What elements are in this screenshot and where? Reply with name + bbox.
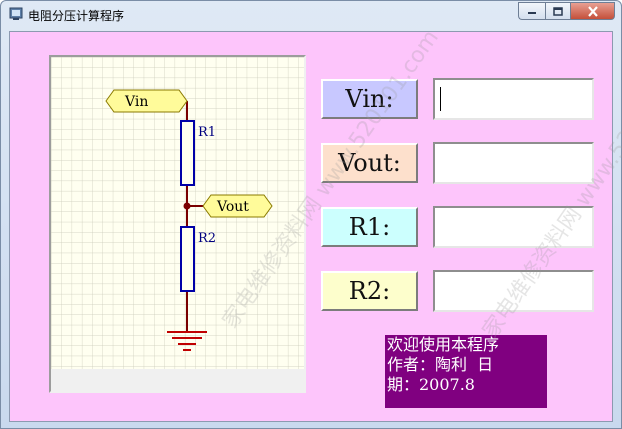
maximize-button[interactable] [545,2,571,20]
info-line-2: 作者：陶利 日 [387,355,494,374]
maximize-icon [553,6,563,16]
app-icon [9,7,23,20]
vin-input[interactable] [433,78,594,120]
vout-input[interactable] [433,142,594,184]
info-line-1: 欢迎使用本程序 [387,335,500,354]
r1-button[interactable]: R1: [321,207,418,247]
r1-input[interactable] [433,206,594,248]
vout-tag-label: Vout [216,199,249,215]
junction-dot [183,202,191,210]
r2-label: R2 [198,231,216,246]
text-caret [440,87,441,111]
client-area: Vin Vout R1 R2 Vin: Vout: R1: R2: 欢迎使用本程… [9,26,622,422]
app-window: 电阻分压计算程序 Vin Vout R1 R2 Vin: Vout: R1: R… [0,0,622,429]
vout-button[interactable]: Vout: [321,143,418,183]
divider-schematic: Vin Vout R1 R2 [51,57,304,391]
minimize-button[interactable] [518,2,545,20]
close-button[interactable] [571,2,615,20]
r1-label: R1 [198,125,216,140]
window-title: 电阻分压计算程序 [28,9,125,23]
resistor-r1 [180,120,195,186]
vin-tag-label: Vin [124,94,148,110]
info-box: 欢迎使用本程序 作者：陶利 日 期：2007.8 [385,335,547,408]
schematic-panel: Vin Vout R1 R2 [49,55,306,393]
vin-button[interactable]: Vin: [321,79,418,119]
title-bar[interactable]: 电阻分压计算程序 [1,1,621,29]
r2-input[interactable] [433,270,594,312]
minimize-icon [528,12,536,14]
close-icon [587,5,598,17]
resistor-r2 [180,226,195,292]
r2-button[interactable]: R2: [321,271,418,311]
info-line-3: 期：2007.8 [387,375,475,394]
window-controls [518,2,615,21]
